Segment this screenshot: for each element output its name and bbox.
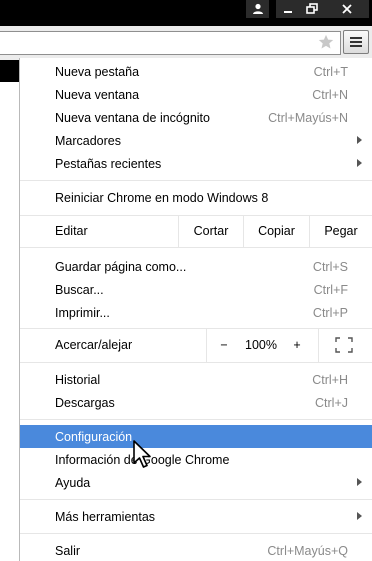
user-button[interactable] (246, 0, 269, 18)
submenu-arrow-icon (357, 512, 362, 520)
menu-item-label: Historial (55, 372, 101, 387)
menu-item-label: Ayuda (55, 475, 91, 490)
menu-item-shortcut: Ctrl+J (315, 395, 348, 410)
menu-item-bookmarks[interactable]: Marcadores (20, 129, 372, 152)
minimize-button[interactable] (276, 0, 299, 18)
page-dark-strip (0, 60, 19, 82)
menu-item-label: Nueva pestaña (55, 64, 140, 79)
hamburger-menu-icon (350, 37, 362, 47)
minimize-icon (283, 11, 292, 13)
menu-item-label: Buscar... (55, 282, 104, 297)
menu-item-settings[interactable]: Configuración (20, 425, 372, 448)
menu-item-print[interactable]: Imprimir... Ctrl+P (20, 301, 372, 324)
menu-item-exit[interactable]: Salir Ctrl+Mayús+Q (20, 539, 372, 561)
menu-item-label: Reiniciar Chrome en modo Windows 8 (55, 190, 269, 205)
menu-item-find[interactable]: Buscar... Ctrl+F (20, 278, 372, 301)
menu-item-label: Configuración (55, 429, 133, 444)
close-button[interactable] (324, 0, 369, 18)
menu-separator (20, 419, 372, 420)
menu-separator (20, 499, 372, 500)
menu-item-label: Descargas (55, 395, 115, 410)
menu-item-label: Nueva ventana (55, 87, 140, 102)
menu-item-new-incognito-window[interactable]: Nueva ventana de incógnito Ctrl+Mayús+N (20, 106, 372, 129)
menu-item-about-chrome[interactable]: Información de Google Chrome (20, 448, 372, 471)
menu-item-more-tools[interactable]: Más herramientas (20, 505, 372, 528)
menu-item-shortcut: Ctrl+Mayús+N (268, 110, 348, 125)
menu-item-help[interactable]: Ayuda (20, 471, 372, 494)
chrome-menu-button[interactable] (343, 30, 369, 54)
menu-item-history[interactable]: Historial Ctrl+H (20, 368, 372, 391)
menu-item-shortcut: Ctrl+Mayús+Q (267, 543, 348, 558)
menu-item-new-tab[interactable]: Nueva pestaña Ctrl+T (20, 60, 372, 83)
user-icon (252, 3, 263, 14)
submenu-arrow-icon (357, 159, 362, 167)
zoom-label: Acercar/alejar (55, 338, 133, 352)
address-bar[interactable] (0, 31, 341, 55)
menu-item-label: Más herramientas (55, 509, 156, 524)
submenu-arrow-icon (357, 478, 362, 486)
submenu-arrow-icon (357, 136, 362, 144)
restore-icon (305, 3, 318, 14)
fullscreen-icon[interactable] (335, 337, 353, 353)
bookmark-star-button[interactable] (316, 31, 336, 53)
menu-item-label: Imprimir... (55, 305, 110, 320)
close-icon (341, 4, 352, 14)
menu-item-shortcut: Ctrl+T (313, 64, 348, 79)
menu-separator (20, 180, 372, 181)
menu-item-save-page-as[interactable]: Guardar página como... Ctrl+S (20, 255, 372, 278)
restore-button[interactable] (299, 0, 324, 18)
menu-item-shortcut: Ctrl+N (312, 87, 348, 102)
screen: Nueva pestaña Ctrl+T Nueva ventana Ctrl+… (0, 0, 372, 561)
menu-item-shortcut: Ctrl+S (312, 259, 348, 274)
menu-item-shortcut: Ctrl+H (312, 372, 348, 387)
menu-item-recent-tabs[interactable]: Pestañas recientes (20, 152, 372, 175)
menu-item-shortcut: Ctrl+P (312, 305, 348, 320)
zoom-level: 100% (245, 338, 277, 352)
menu-item-label: Guardar página como... (55, 259, 187, 274)
menu-item-downloads[interactable]: Descargas Ctrl+J (20, 391, 372, 414)
menu-item-label: Marcadores (55, 133, 121, 148)
copy-button[interactable]: Copiar (243, 216, 309, 247)
menu-item-shortcut: Ctrl+F (313, 282, 348, 297)
menu-item-label: Salir (55, 543, 81, 558)
edit-row: Editar Cortar Copiar Pegar (20, 215, 372, 248)
zoom-out-button[interactable]: − (212, 329, 236, 362)
menu-item-restart-windows8[interactable]: Reiniciar Chrome en modo Windows 8 (20, 186, 372, 209)
zoom-divider (318, 329, 319, 362)
menu-separator (20, 533, 372, 534)
menu-item-label: Pestañas recientes (55, 156, 162, 171)
cut-button[interactable]: Cortar (178, 216, 243, 247)
star-icon (318, 34, 334, 49)
zoom-row: Acercar/alejar − 100% + (20, 328, 372, 363)
chrome-main-menu: Nueva pestaña Ctrl+T Nueva ventana Ctrl+… (19, 58, 372, 561)
paste-button[interactable]: Pegar (309, 216, 372, 247)
mouse-cursor-icon (133, 440, 151, 468)
zoom-divider (206, 329, 207, 362)
zoom-in-button[interactable]: + (286, 329, 308, 362)
menu-item-new-window[interactable]: Nueva ventana Ctrl+N (20, 83, 372, 106)
edit-label: Editar (55, 224, 88, 238)
page-background (0, 60, 19, 561)
menu-item-label: Nueva ventana de incógnito (55, 110, 210, 125)
